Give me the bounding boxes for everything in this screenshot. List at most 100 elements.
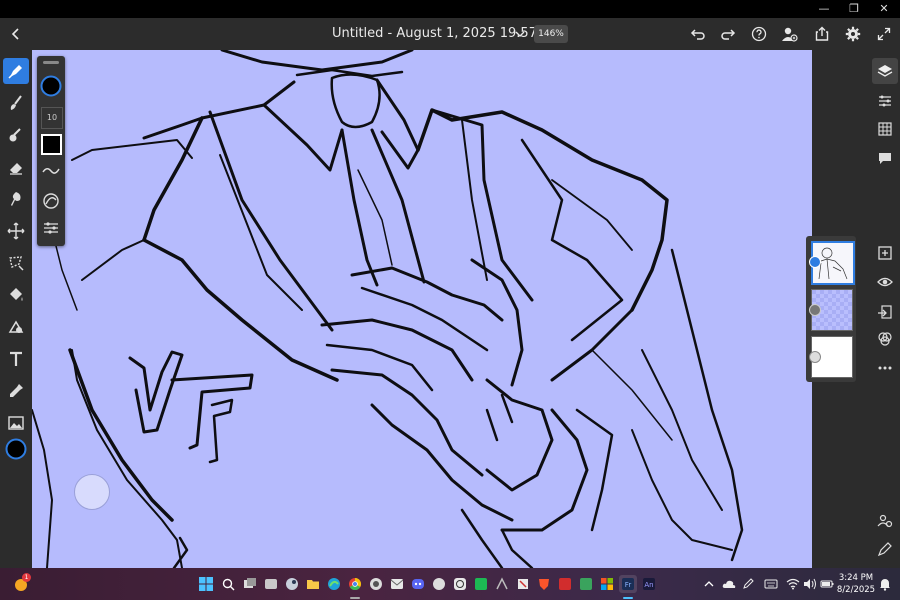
adjustments-button[interactable] <box>872 88 898 114</box>
import-button[interactable] <box>872 299 898 325</box>
undo-button[interactable] <box>686 22 710 46</box>
taskbar-app-messenger[interactable] <box>430 575 448 593</box>
collab-button[interactable] <box>872 508 898 534</box>
close-button[interactable]: ✕ <box>870 0 898 18</box>
blend-button[interactable] <box>872 326 898 352</box>
eraser-tool[interactable] <box>3 154 29 180</box>
cloud-icon <box>722 580 736 588</box>
svg-text:An: An <box>644 581 653 589</box>
taskbar-app-store[interactable] <box>598 575 616 593</box>
mail-icon <box>390 579 404 589</box>
grid-icon <box>878 122 892 136</box>
tray-wifi[interactable] <box>784 575 802 593</box>
steam-icon <box>286 578 298 590</box>
title-dropdown-button[interactable] <box>508 22 532 46</box>
pencil-icon <box>877 542 892 557</box>
fill-brush-icon <box>9 128 21 142</box>
taskbar-app-brave[interactable] <box>535 575 553 593</box>
fresco-icon: Fr <box>622 578 634 590</box>
tray-keyboard[interactable] <box>762 575 780 593</box>
taskbar-app-paint[interactable] <box>514 575 532 593</box>
task-view-icon <box>244 578 256 588</box>
adjustments-icon <box>879 95 891 107</box>
image-icon <box>8 416 24 430</box>
export-button[interactable] <box>810 22 834 46</box>
brush-settings-icon[interactable] <box>42 220 60 236</box>
shape-tool[interactable] <box>3 314 29 340</box>
grid-button[interactable] <box>872 116 898 142</box>
taskbar-app-generic[interactable] <box>367 575 385 593</box>
taskbar-app-chrome[interactable] <box>346 575 364 593</box>
bell-icon <box>880 579 890 591</box>
tray-pen[interactable] <box>739 575 757 593</box>
taskbar-app-fresco[interactable]: Fr <box>619 575 637 593</box>
taskbar-app-edge[interactable] <box>325 575 343 593</box>
more-button[interactable] <box>872 355 898 381</box>
export-icon <box>815 26 829 41</box>
palette-icon <box>518 579 528 589</box>
zoom-level[interactable]: 146% <box>534 25 568 43</box>
lasso-tool[interactable] <box>3 250 29 276</box>
minimize-button[interactable]: — <box>810 0 838 18</box>
transform-tool[interactable] <box>3 218 29 244</box>
tray-overflow-button[interactable] <box>700 575 718 593</box>
visibility-button[interactable] <box>872 269 898 295</box>
taskbar-app-animate[interactable]: An <box>640 575 658 593</box>
animate-icon: An <box>643 578 655 590</box>
fill-brush-tool[interactable] <box>3 122 29 148</box>
taskbar-search[interactable] <box>219 575 237 593</box>
color-picker-button[interactable] <box>3 436 29 462</box>
smudge-tool[interactable] <box>3 186 29 212</box>
pencil-mode-button[interactable] <box>872 536 898 562</box>
svg-text:Fr: Fr <box>625 581 632 589</box>
floating-touch-shortcut[interactable] <box>74 474 110 510</box>
notification-center-button[interactable] <box>876 575 894 593</box>
drawing-canvas[interactable] <box>32 50 812 568</box>
eyedropper-tool[interactable] <box>3 378 29 404</box>
taskbar-app-files[interactable] <box>262 575 280 593</box>
brush-opacity-swatch[interactable] <box>41 134 62 155</box>
taskbar-clock[interactable]: 3:24 PM 8/2/2025 <box>836 572 876 596</box>
panel-grip[interactable] <box>43 61 59 64</box>
text-tool[interactable] <box>3 346 29 372</box>
taskbar-app-red[interactable] <box>556 575 574 593</box>
redo-icon <box>721 29 736 40</box>
paint-brush-tool[interactable] <box>3 90 29 116</box>
restore-button[interactable]: ❐ <box>840 0 868 18</box>
redo-button[interactable] <box>716 22 740 46</box>
discord-icon <box>412 579 424 589</box>
tray-onedrive[interactable] <box>720 575 738 593</box>
comment-button[interactable] <box>872 145 898 171</box>
taskbar-app-spotify[interactable] <box>472 575 490 593</box>
help-button[interactable] <box>747 22 771 46</box>
taskbar-app-green[interactable] <box>577 575 595 593</box>
taskbar-app-whatsapp[interactable] <box>451 575 469 593</box>
fullscreen-button[interactable] <box>872 22 896 46</box>
tray-battery[interactable] <box>818 575 836 593</box>
smudge-icon <box>11 192 21 206</box>
taskbar-app-tool[interactable] <box>493 575 511 593</box>
add-layer-button[interactable] <box>872 240 898 266</box>
taskbar-app-outlook[interactable] <box>388 575 406 593</box>
invite-button[interactable] <box>778 22 802 46</box>
taskbar-app-steam[interactable] <box>283 575 301 593</box>
settings-button[interactable] <box>841 22 865 46</box>
pixel-brush-tool[interactable] <box>3 58 29 84</box>
paint-bucket-tool[interactable] <box>3 282 29 308</box>
taskbar-app-explorer[interactable] <box>304 575 322 593</box>
tray-volume[interactable] <box>801 575 819 593</box>
background-lock-indicator <box>809 351 821 363</box>
brush-size-value[interactable]: 10 <box>41 107 63 129</box>
back-button[interactable] <box>4 22 28 46</box>
app-tile-icon <box>265 579 277 589</box>
brush-smoothing-icon[interactable] <box>42 192 60 210</box>
task-view-button[interactable] <box>241 575 259 593</box>
image-tool[interactable] <box>3 410 29 436</box>
notification-badge: 1 <box>22 573 31 582</box>
chevron-up-icon <box>704 581 714 587</box>
taskbar-app-discord[interactable] <box>409 575 427 593</box>
layers-button[interactable] <box>872 58 898 84</box>
brush-stroke-icon[interactable] <box>42 164 60 178</box>
start-button[interactable] <box>197 575 215 593</box>
brush-color-icon[interactable] <box>40 75 62 97</box>
